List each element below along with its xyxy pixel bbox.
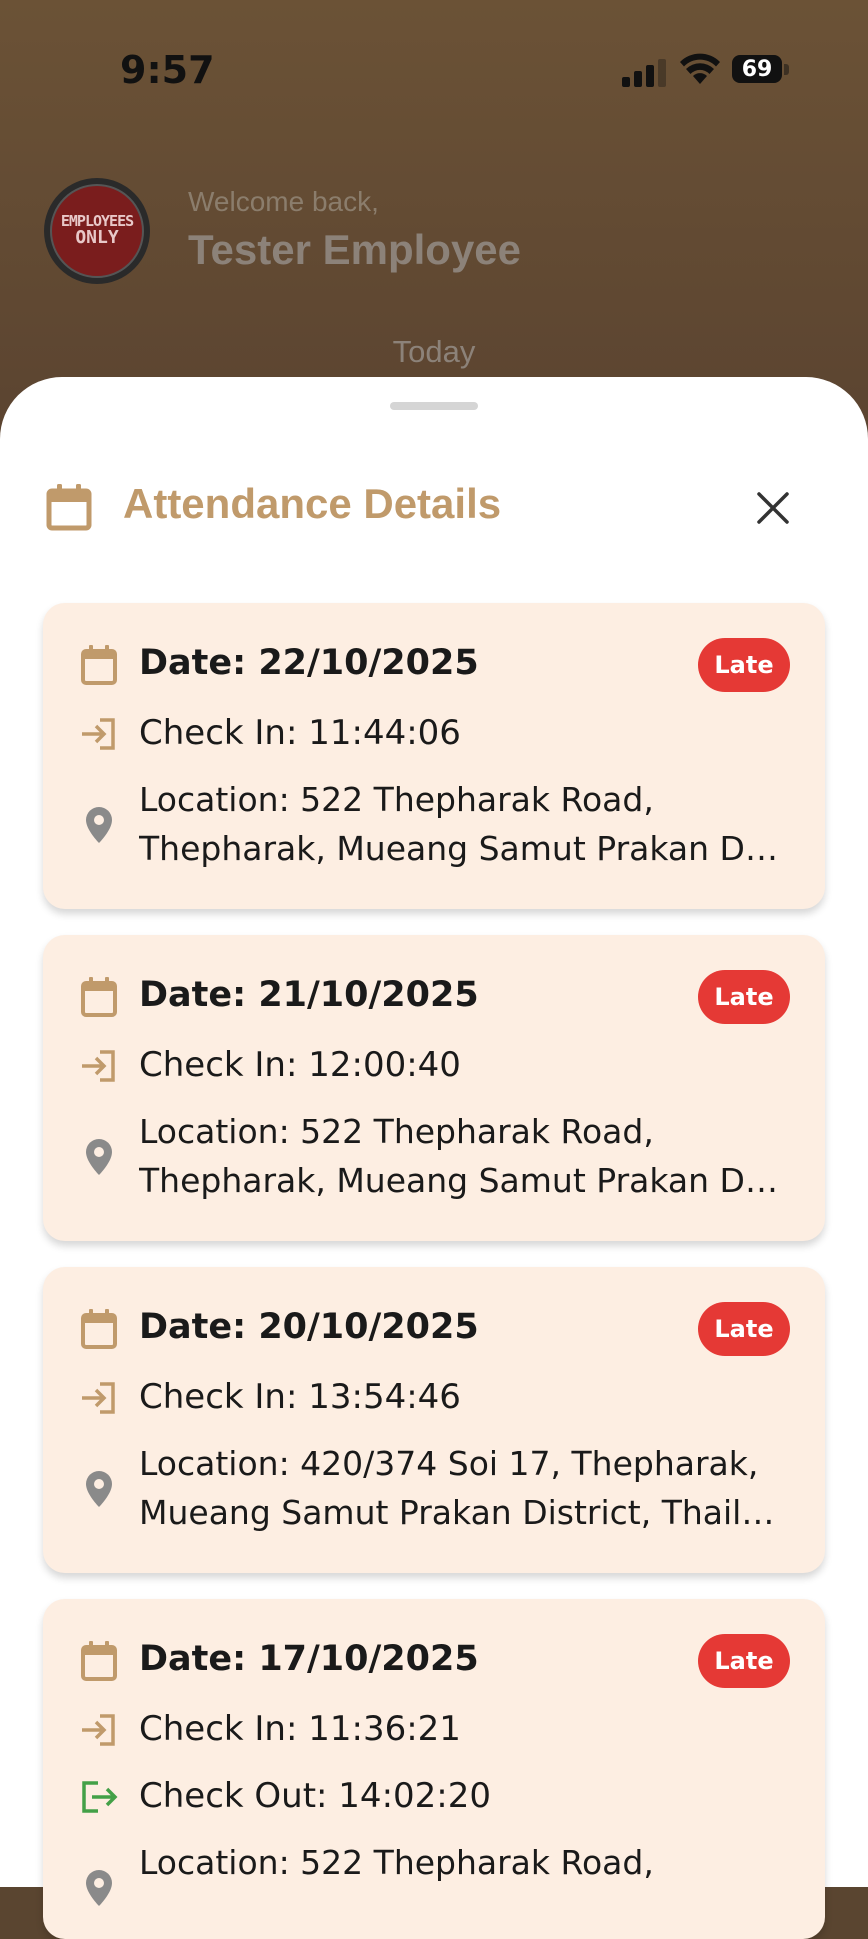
check-in-time: Check In: 13:54:46 xyxy=(139,1377,461,1417)
attendance-bottom-sheet: Attendance Details Date: 22/10/2025 Late… xyxy=(0,377,868,1939)
calendar-icon xyxy=(81,1641,117,1681)
location-line-1: Location: 522 Thepharak Road, xyxy=(139,780,654,819)
attendance-card[interactable]: Date: 21/10/2025 Late Check In: 12:00:40… xyxy=(43,935,825,1241)
location-pin-icon xyxy=(86,1139,112,1175)
attendance-location: Location: 522 Thepharak Road, Thepharak,… xyxy=(139,1107,779,1205)
battery-icon: 69 xyxy=(732,55,790,85)
cellular-signal-icon xyxy=(622,59,666,87)
logout-icon xyxy=(82,1781,118,1813)
location-line-2: Mueang Samut Prakan District, Thail… xyxy=(139,1493,775,1532)
calendar-icon xyxy=(46,484,92,531)
sheet-drag-handle[interactable] xyxy=(390,402,478,410)
status-badge: Late xyxy=(698,1634,790,1688)
calendar-icon xyxy=(81,645,117,685)
login-icon xyxy=(82,1714,115,1746)
battery-tip xyxy=(784,64,789,75)
close-button[interactable] xyxy=(748,483,798,533)
attendance-card[interactable]: Date: 20/10/2025 Late Check In: 13:54:46… xyxy=(43,1267,825,1573)
attendance-location: Location: 420/374 Soi 17, Thepharak, Mue… xyxy=(139,1439,779,1537)
location-line-2: Thepharak, Mueang Samut Prakan Di… xyxy=(139,1161,779,1200)
attendance-date: Date: 21/10/2025 xyxy=(139,975,479,1015)
sheet-title: Attendance Details xyxy=(123,480,502,527)
status-badge: Late xyxy=(698,638,790,692)
location-pin-icon xyxy=(86,807,112,843)
login-icon xyxy=(82,718,115,750)
check-out-time: Check Out: 14:02:20 xyxy=(139,1776,492,1816)
status-badge: Late xyxy=(698,970,790,1024)
attendance-card[interactable]: Date: 17/10/2025 Late Check In: 11:36:21… xyxy=(43,1599,825,1939)
check-in-time: Check In: 12:00:40 xyxy=(139,1045,461,1085)
attendance-date: Date: 22/10/2025 xyxy=(139,643,479,683)
battery-level: 69 xyxy=(732,55,782,83)
calendar-icon xyxy=(81,977,117,1017)
check-in-time: Check In: 11:44:06 xyxy=(139,713,461,753)
section-today-label: Today xyxy=(392,334,476,369)
check-in-time: Check In: 11:36:21 xyxy=(139,1709,461,1749)
location-line-1: Location: 522 Thepharak Road, xyxy=(139,1112,654,1151)
status-time: 9:57 xyxy=(120,48,215,92)
location-line-2: Thepharak, Mueang Samut Prakan Di… xyxy=(139,829,779,868)
status-badge: Late xyxy=(698,1302,790,1356)
attendance-card[interactable]: Date: 22/10/2025 Late Check In: 11:44:06… xyxy=(43,603,825,909)
attendance-location: Location: 522 Thepharak Road, Thepharak,… xyxy=(139,775,779,873)
location-pin-icon xyxy=(86,1471,112,1507)
attendance-date: Date: 20/10/2025 xyxy=(139,1307,479,1347)
attendance-location: Location: 522 Thepharak Road, xyxy=(139,1838,779,1887)
status-bar: 9:57 69 xyxy=(0,0,868,140)
wifi-icon xyxy=(680,53,720,84)
avatar[interactable]: EMPLOYEES ONLY xyxy=(44,178,150,284)
close-icon xyxy=(757,492,789,524)
avatar-image: EMPLOYEES ONLY xyxy=(50,184,144,278)
avatar-text-bottom: ONLY xyxy=(75,227,119,249)
login-icon xyxy=(82,1050,115,1082)
location-line-1: Location: 522 Thepharak Road, xyxy=(139,1843,654,1882)
location-line-1: Location: 420/374 Soi 17, Thepharak, xyxy=(139,1444,759,1483)
user-name: Tester Employee xyxy=(188,226,522,273)
location-pin-icon xyxy=(86,1870,112,1906)
login-icon xyxy=(82,1382,115,1414)
welcome-text: Welcome back, xyxy=(188,186,379,217)
calendar-icon xyxy=(81,1309,117,1349)
attendance-date: Date: 17/10/2025 xyxy=(139,1639,479,1679)
